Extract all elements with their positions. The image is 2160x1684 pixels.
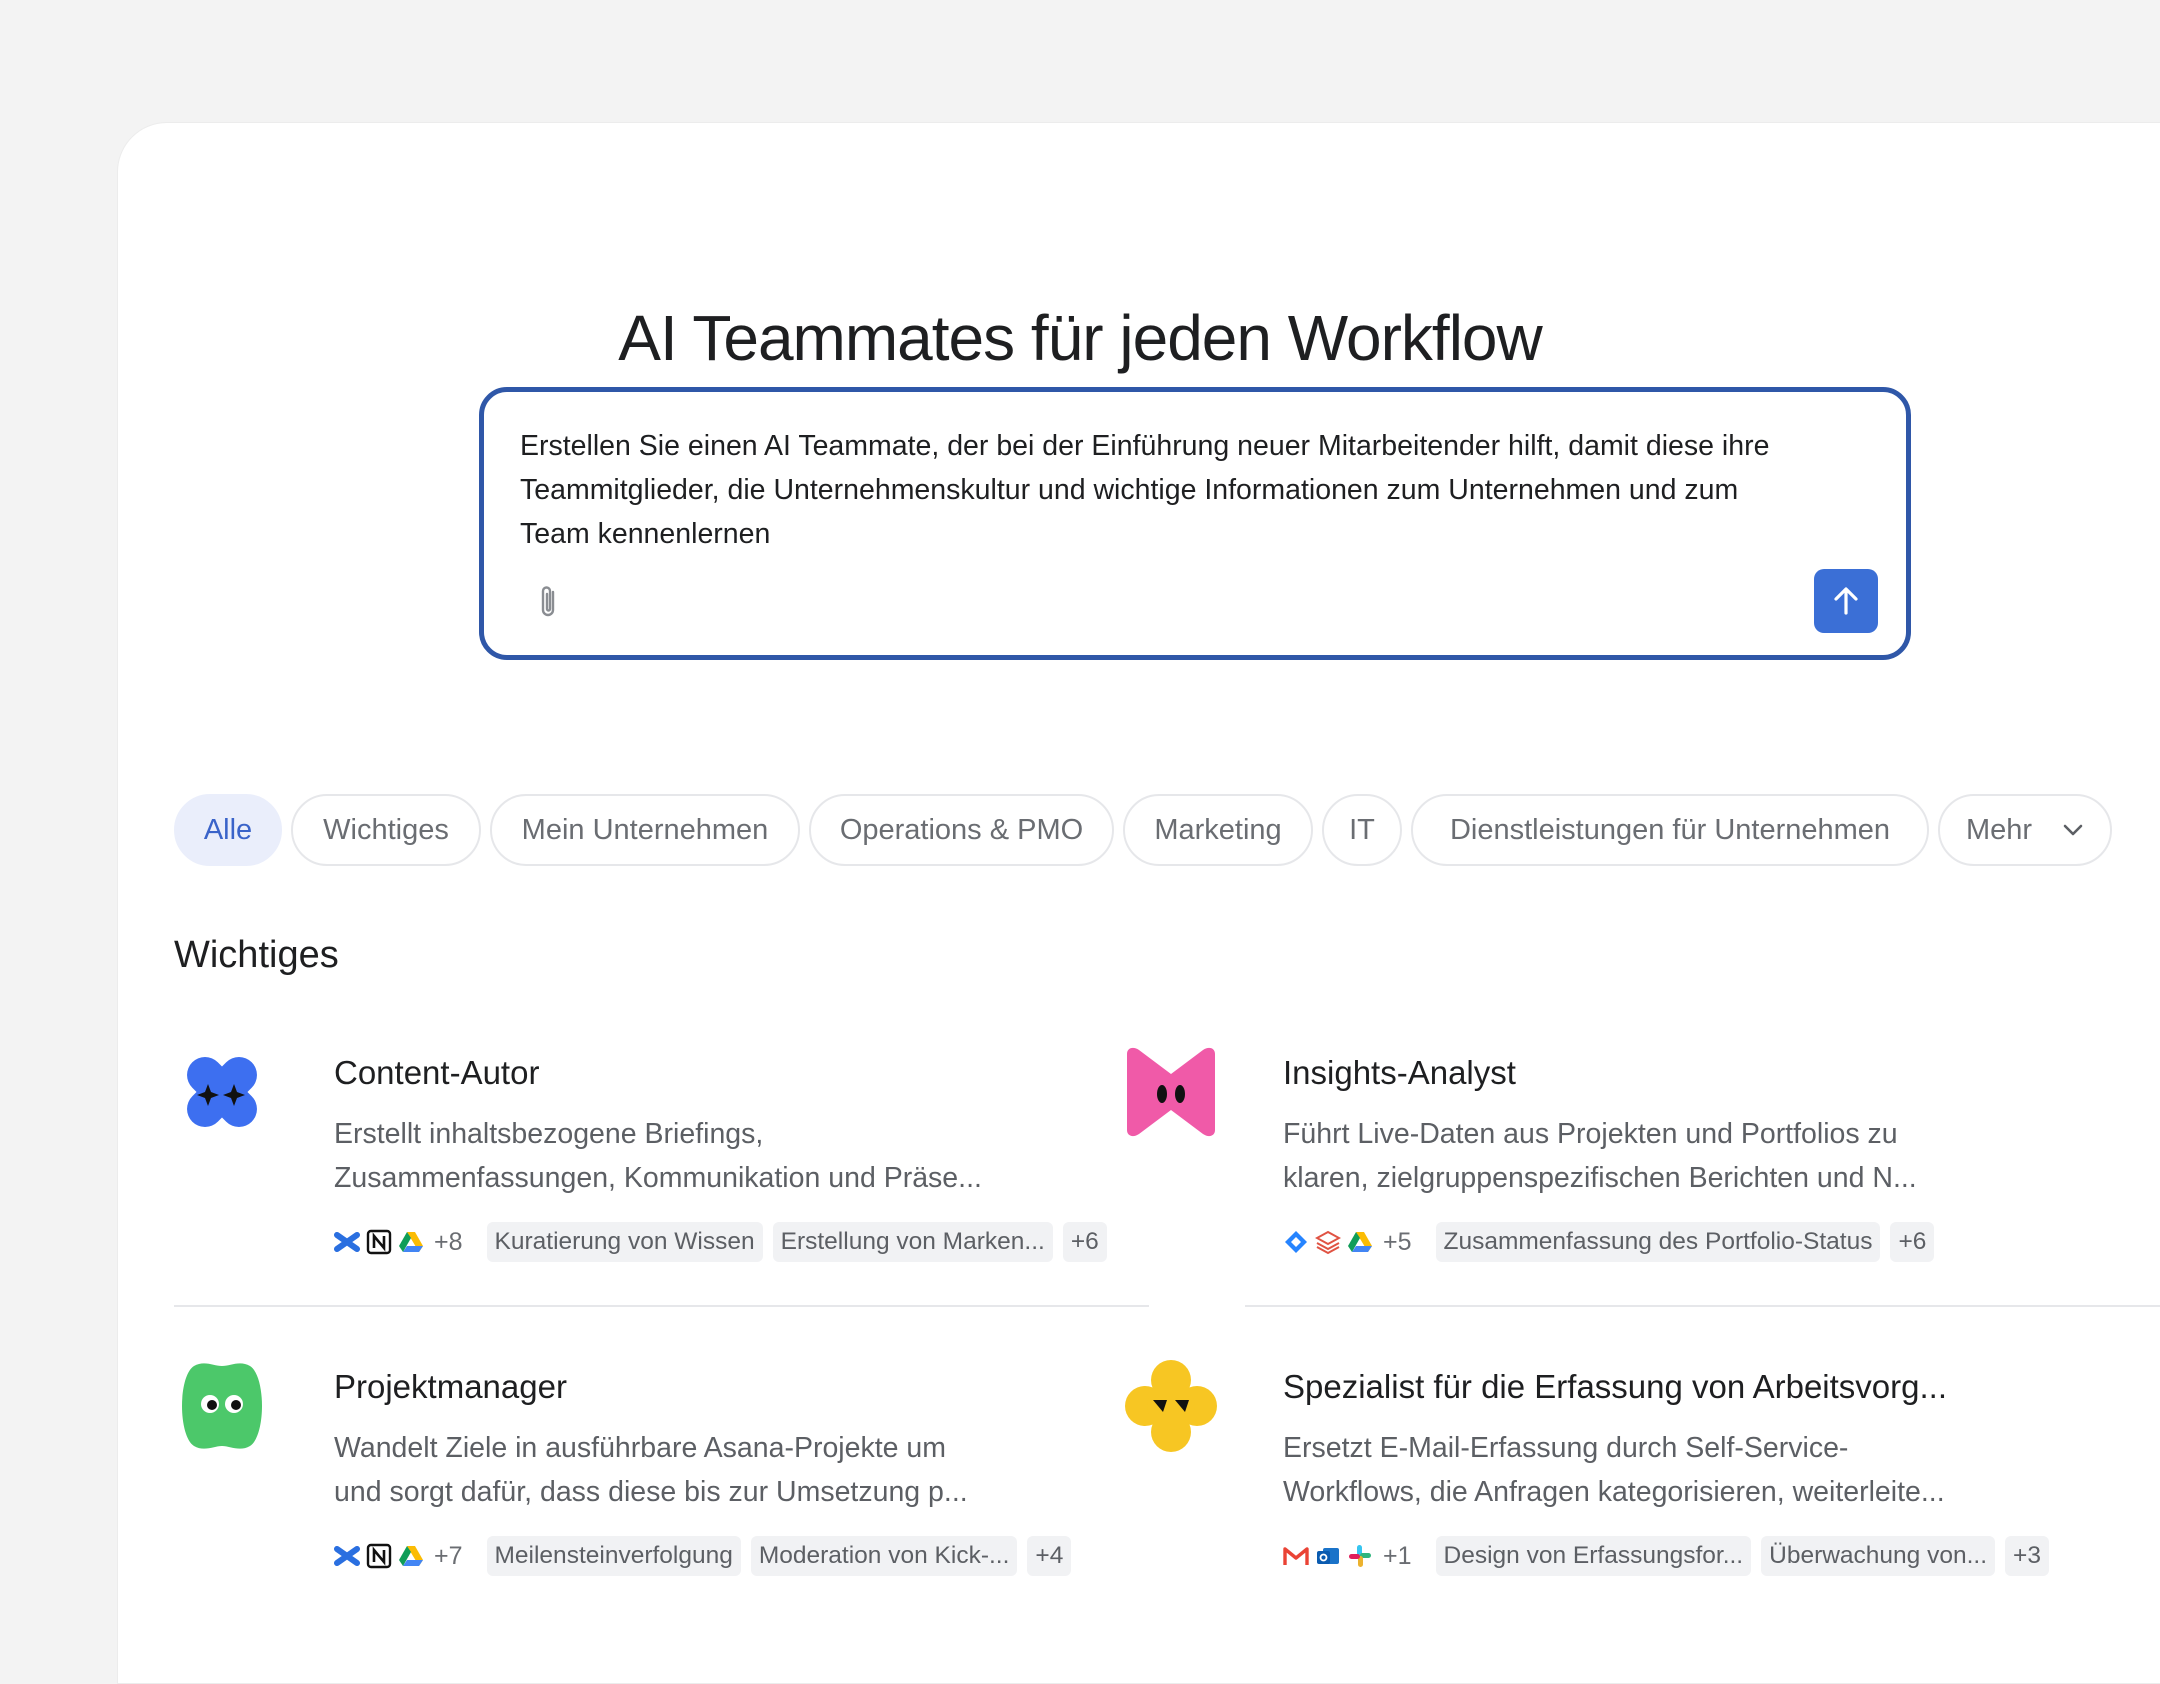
filter-mehr-dropdown[interactable]: Mehr [1938,794,2112,866]
chevron-down-icon [2063,824,2083,836]
card-meta: +7 Meilensteinverfolgung Moderation von … [334,1536,1081,1576]
arrow-up-icon [1834,587,1858,615]
card-description: Führt Live-Daten aus Projekten und Portf… [1283,1118,1917,1194]
filter-alle[interactable]: Alle [174,794,282,866]
filter-it[interactable]: IT [1322,794,1402,866]
card-title: Content-Autor [334,1054,540,1091]
filter-dienstleistungen[interactable]: Dienstleistungen für Unternehmen [1411,794,1929,866]
card-title: Insights-Analyst [1283,1054,1516,1091]
notion-icon [366,1543,392,1569]
gmail-icon [1283,1543,1309,1569]
filter-operations-pmo[interactable]: Operations & PMO [809,794,1114,866]
notion-icon [366,1229,392,1255]
layers-icon [1315,1229,1341,1255]
jira-icon [1283,1229,1309,1255]
card-description: Wandelt Ziele in ausführbare Asana-Proje… [334,1432,968,1508]
skill-tag: Design von Erfassungsfor... [1435,1536,1752,1576]
google-drive-icon [1347,1229,1373,1255]
card-meta: +5 Zusammenfassung des Portfolio-Status … [1283,1222,1944,1262]
more-tags-badge: +6 [1890,1222,1935,1262]
attachment-icon[interactable] [534,582,562,622]
confluence-icon [334,1229,360,1255]
outlook-icon [1315,1543,1341,1569]
filter-mein-unternehmen[interactable]: Mein Unternehmen [490,794,800,866]
card-description: Ersetzt E-Mail-Erfassung durch Self-Serv… [1283,1432,1945,1508]
skill-tag: Kuratierung von Wissen [486,1222,763,1262]
skill-tag: Zusammenfassung des Portfolio-Status [1435,1222,1881,1262]
prompt-input-box[interactable]: Erstellen Sie einen AI Teammate, der bei… [479,387,1911,660]
card-title: Spezialist für die Erfassung von Arbeits… [1283,1368,1947,1405]
slack-icon [1347,1543,1373,1569]
google-drive-icon [398,1229,424,1255]
section-title: Wichtiges [174,934,339,976]
blue-x-mascot-icon [174,1044,270,1140]
send-button[interactable] [1814,569,1878,633]
prompt-text[interactable]: Erstellen Sie einen AI Teammate, der bei… [520,424,1810,556]
google-drive-icon [398,1543,424,1569]
skill-tag: Erstellung von Marken... [772,1222,1053,1262]
confluence-icon [334,1543,360,1569]
card-meta: +1 Design von Erfassungsfor... Überwachu… [1283,1536,2059,1576]
more-tags-badge: +3 [2005,1536,2049,1576]
divider [1245,1305,2160,1307]
divider [174,1305,1149,1307]
green-blob-mascot-icon [174,1358,270,1454]
card-title: Projektmanager [334,1368,567,1405]
skill-tag: Meilensteinverfolgung [486,1536,741,1576]
page-title: AI Teammates für jeden Workflow [618,301,1542,374]
card-description: Erstellt inhaltsbezogene Briefings, Zusa… [334,1118,982,1194]
more-tags-badge: +4 [1027,1536,1072,1576]
filter-marketing[interactable]: Marketing [1123,794,1313,866]
card-meta: +8 Kuratierung von Wissen Erstellung von… [334,1222,1117,1262]
skill-tag: Moderation von Kick-... [750,1536,1018,1576]
pink-bow-mascot-icon [1123,1044,1219,1140]
skill-tag: Überwachung von... [1761,1536,1996,1576]
filter-wichtiges[interactable]: Wichtiges [291,794,481,866]
more-tags-badge: +6 [1062,1222,1107,1262]
yellow-flower-mascot-icon [1123,1358,1219,1454]
